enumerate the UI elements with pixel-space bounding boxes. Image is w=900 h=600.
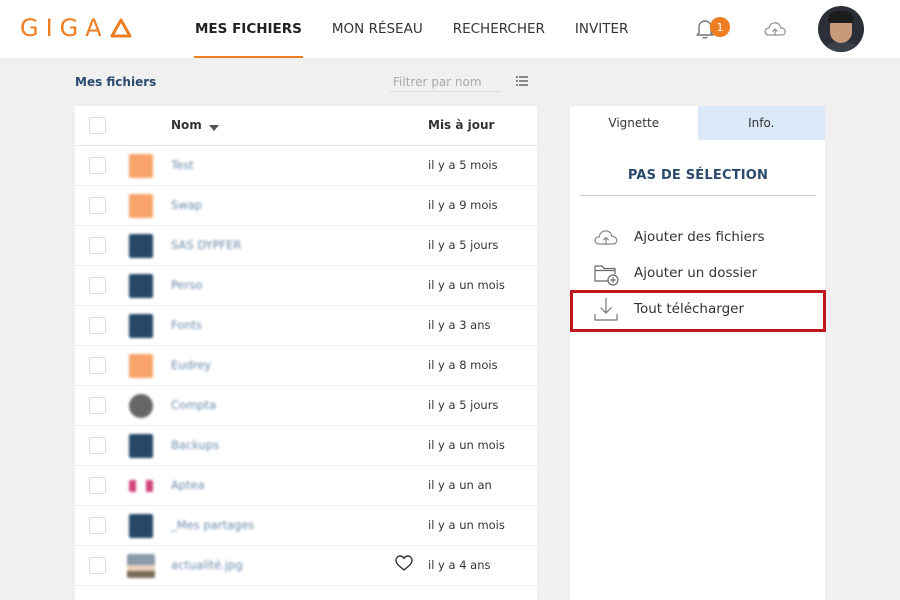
folder-navy-icon bbox=[129, 274, 153, 298]
table-row[interactable]: Aptea il y a un an bbox=[75, 466, 537, 506]
file-name[interactable]: Swap bbox=[171, 198, 202, 212]
table-row[interactable]: Test il y a 5 mois bbox=[75, 146, 537, 186]
nav-mes-fichiers[interactable]: MES FICHIERS bbox=[180, 0, 317, 58]
image-thumb-icon bbox=[127, 554, 155, 578]
file-updated: il y a 9 mois bbox=[428, 198, 498, 212]
file-updated: il y a 3 ans bbox=[428, 318, 491, 332]
folder-navy-icon bbox=[129, 314, 153, 338]
row-checkbox[interactable] bbox=[89, 477, 106, 494]
add-files-label: Ajouter des fichiers bbox=[634, 229, 765, 245]
file-updated: il y a 4 ans bbox=[428, 558, 491, 572]
heart-icon[interactable] bbox=[394, 554, 414, 572]
table-row[interactable]: actualité.jpg il y a 4 ans bbox=[75, 546, 537, 586]
top-bar: GIGA MES FICHIERS MON RÉSEAU RECHERCHER … bbox=[0, 0, 900, 58]
folder-navy-icon bbox=[129, 234, 153, 258]
row-checkbox[interactable] bbox=[89, 197, 106, 214]
folder-navy-icon bbox=[129, 514, 153, 538]
file-name[interactable]: Eudrey bbox=[171, 358, 211, 372]
folder-orange-icon bbox=[129, 354, 153, 378]
row-checkbox[interactable] bbox=[89, 317, 106, 334]
file-name[interactable]: Test bbox=[171, 158, 194, 172]
panel-tabs: Vignette Info. bbox=[570, 106, 825, 140]
table-header: Nom Mis à jour bbox=[75, 106, 537, 146]
row-checkbox[interactable] bbox=[89, 357, 106, 374]
nav-rechercher[interactable]: RECHERCHER bbox=[438, 0, 560, 58]
row-checkbox[interactable] bbox=[89, 437, 106, 454]
cloud-upload-icon[interactable] bbox=[762, 18, 788, 40]
row-checkbox[interactable] bbox=[89, 517, 106, 534]
sort-arrow-icon[interactable] bbox=[209, 125, 219, 131]
file-updated: il y a un mois bbox=[428, 278, 505, 292]
highlight-box bbox=[570, 290, 826, 332]
folder-navy-icon bbox=[129, 434, 153, 458]
file-updated: il y a 8 mois bbox=[428, 358, 498, 372]
filter-input[interactable]: Filtrer par nom bbox=[390, 72, 500, 92]
column-header-updated[interactable]: Mis à jour bbox=[428, 118, 494, 132]
details-panel: Vignette Info. PAS DE SÉLECTION Ajouter … bbox=[570, 106, 826, 600]
list-view-icon[interactable] bbox=[516, 76, 528, 86]
nav-mon-reseau[interactable]: MON RÉSEAU bbox=[317, 0, 438, 58]
logo-triangle-icon bbox=[110, 18, 132, 38]
row-checkbox[interactable] bbox=[89, 277, 106, 294]
file-name[interactable]: actualité.jpg bbox=[171, 558, 243, 572]
user-avatar[interactable] bbox=[818, 6, 864, 52]
file-name[interactable]: Backups bbox=[171, 438, 219, 452]
avatar-shirt bbox=[822, 42, 860, 52]
file-name[interactable]: SAS DYPFER bbox=[171, 238, 241, 252]
giga-logo[interactable]: GIGA bbox=[20, 14, 133, 42]
row-checkbox[interactable] bbox=[89, 557, 106, 574]
no-selection-heading: PAS DE SÉLECTION bbox=[580, 158, 816, 196]
circle-logo-icon bbox=[129, 394, 153, 418]
breadcrumb[interactable]: Mes fichiers bbox=[75, 75, 156, 89]
select-all-checkbox[interactable] bbox=[89, 117, 106, 134]
main-nav: MES FICHIERS MON RÉSEAU RECHERCHER INVIT… bbox=[180, 0, 643, 58]
add-folder-label: Ajouter un dossier bbox=[634, 265, 758, 281]
column-header-name[interactable]: Nom bbox=[171, 118, 202, 132]
file-name[interactable]: _Mes partages bbox=[171, 518, 254, 532]
file-name[interactable]: Perso bbox=[171, 278, 202, 292]
file-updated: il y a 5 mois bbox=[428, 158, 498, 172]
file-updated: il y a 5 jours bbox=[428, 398, 499, 412]
nav-inviter[interactable]: INVITER bbox=[560, 0, 643, 58]
cloud-upload-icon bbox=[594, 230, 618, 245]
tab-info[interactable]: Info. bbox=[697, 106, 825, 140]
pink-logo-icon bbox=[129, 480, 153, 492]
tab-vignette[interactable]: Vignette bbox=[570, 106, 698, 140]
file-updated: il y a un mois bbox=[428, 518, 505, 532]
file-updated: il y a 5 jours bbox=[428, 238, 499, 252]
table-row[interactable]: Perso il y a un mois bbox=[75, 266, 537, 306]
file-name[interactable]: Fonts bbox=[171, 318, 202, 332]
row-checkbox[interactable] bbox=[89, 397, 106, 414]
row-checkbox[interactable] bbox=[89, 157, 106, 174]
folder-orange-icon bbox=[129, 194, 153, 218]
table-row[interactable]: _Mes partages il y a un mois bbox=[75, 506, 537, 546]
table-row[interactable]: Eudrey il y a 8 mois bbox=[75, 346, 537, 386]
file-updated: il y a un mois bbox=[428, 438, 505, 452]
table-row[interactable]: Compta il y a 5 jours bbox=[75, 386, 537, 426]
folder-orange-icon bbox=[129, 154, 153, 178]
row-checkbox[interactable] bbox=[89, 237, 106, 254]
table-row[interactable]: Swap il y a 9 mois bbox=[75, 186, 537, 226]
file-table: Nom Mis à jour Test il y a 5 mois Swap i… bbox=[75, 106, 537, 600]
table-row[interactable]: SAS DYPFER il y a 5 jours bbox=[75, 226, 537, 266]
file-updated: il y a un an bbox=[428, 478, 492, 492]
file-name[interactable]: Aptea bbox=[171, 478, 205, 492]
avatar-hair bbox=[828, 11, 854, 23]
add-folder-button[interactable]: Ajouter un dossier bbox=[592, 259, 757, 287]
add-files-button[interactable]: Ajouter des fichiers bbox=[592, 223, 765, 251]
notification-badge[interactable]: 1 bbox=[710, 17, 730, 37]
logo-text: GIGA bbox=[20, 14, 109, 42]
folder-add-icon bbox=[594, 265, 619, 286]
table-row[interactable]: Fonts il y a 3 ans bbox=[75, 306, 537, 346]
table-row[interactable]: Backups il y a un mois bbox=[75, 426, 537, 466]
file-name[interactable]: Compta bbox=[171, 398, 216, 412]
